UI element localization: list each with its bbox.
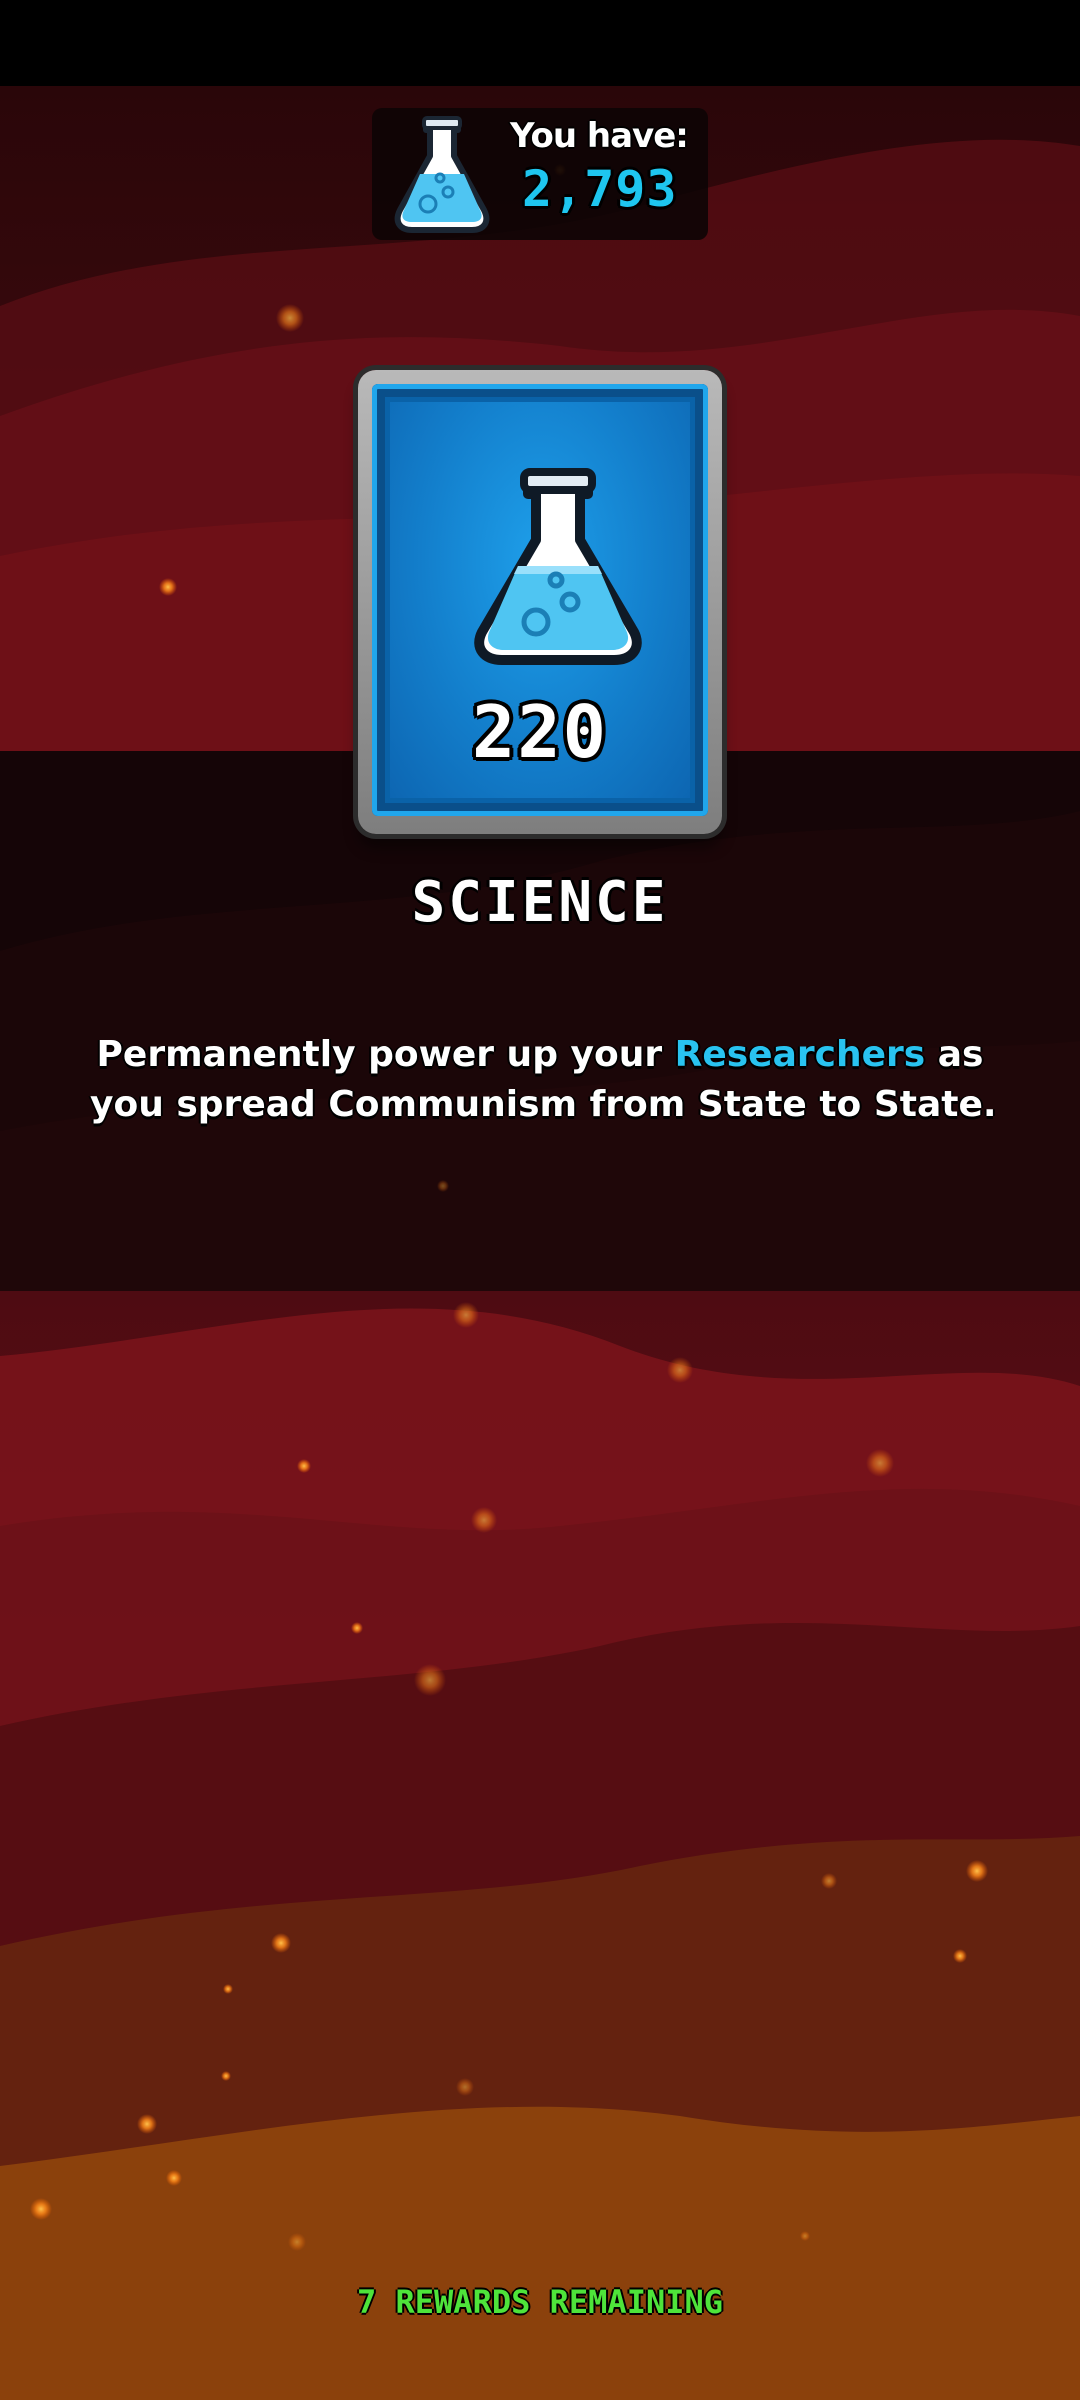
reward-screen[interactable]: You have: 2,793 220 SCIENCE Permanently … <box>0 0 1080 2400</box>
reward-card-frame: 220 <box>372 384 708 816</box>
science-flask-icon <box>394 116 490 233</box>
currency-value: 2,793 <box>522 160 678 218</box>
reward-title: SCIENCE <box>411 870 669 935</box>
rewards-remaining-counter: 7 REWARDS REMAINING <box>356 2283 724 2321</box>
currency-label: You have: <box>510 116 689 156</box>
researchers-highlight: Researchers <box>674 1034 926 1075</box>
currency-display: You have: 2,793 <box>372 108 708 240</box>
description-text: as <box>925 1034 984 1075</box>
reward-description: Permanently power up your Researchers as… <box>90 1030 997 1130</box>
science-flask-icon <box>474 468 642 665</box>
description-text: Permanently power up your <box>96 1034 675 1075</box>
status-bar <box>0 0 1080 86</box>
description-line-1: Permanently power up your Researchers as <box>90 1030 990 1080</box>
description-line-2: you spread Communism from State to State… <box>90 1084 997 1125</box>
reward-card-face: 220 <box>390 402 690 798</box>
reward-card[interactable]: 220 <box>358 370 722 834</box>
reward-amount: 220 <box>471 690 609 774</box>
